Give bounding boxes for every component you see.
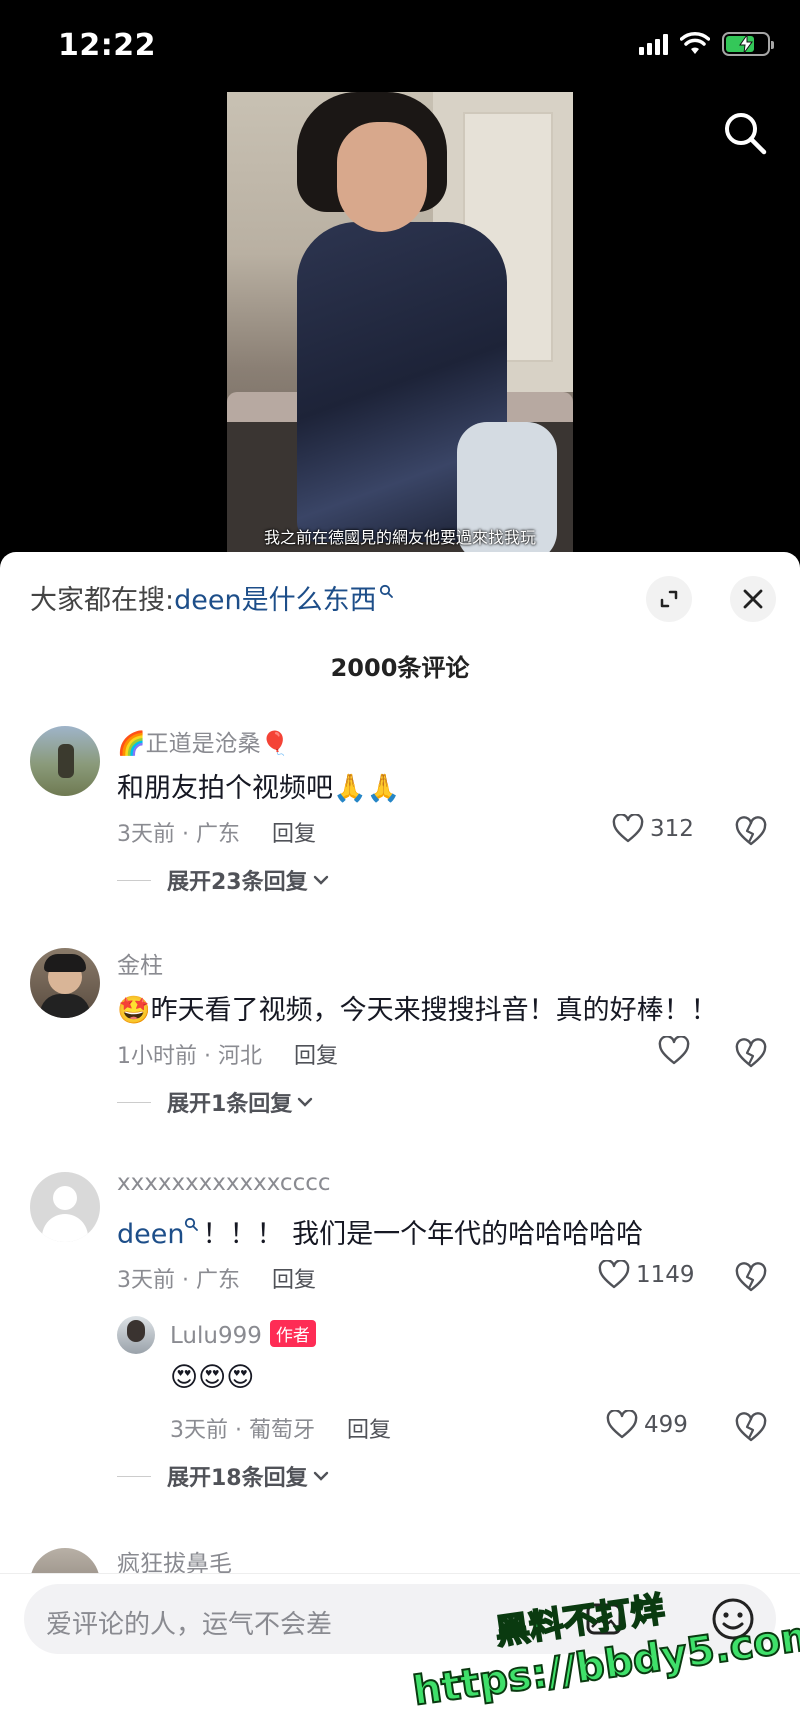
broken-heart-icon[interactable] [734, 816, 768, 848]
avatar[interactable] [117, 1316, 155, 1354]
comment-username[interactable]: xxxxxxxxxxxxcccc [117, 1170, 331, 1196]
close-icon [743, 589, 763, 609]
expand-replies-button[interactable]: 展开1条回复 [117, 1086, 314, 1118]
comment-meta: 3天前 · 广东 回复 [117, 1268, 316, 1293]
hot-search-suggestion[interactable]: 大家都在搜: deen是什么东西 [30, 578, 393, 617]
author-badge: 作者 [269, 1320, 316, 1347]
avatar[interactable] [30, 726, 100, 796]
like-count: 499 [644, 1412, 688, 1438]
reply-button[interactable]: 回复 [347, 1418, 391, 1443]
expand-replies-button[interactable]: 展开23条回复 [117, 864, 330, 896]
wifi-icon [680, 32, 710, 54]
comment-sheet: 大家都在搜: deen是什么东西 2000条评论 🌈正道是沧桑🎈 和朋友拍个视频… [0, 552, 800, 1731]
like-count: 312 [650, 816, 694, 842]
status-time: 12:22 [58, 28, 156, 63]
like-button[interactable]: 499 [606, 1410, 688, 1440]
avatar[interactable] [30, 948, 100, 1018]
battery-icon [722, 32, 774, 56]
mention-link[interactable]: deen [117, 1219, 184, 1250]
comment-sheet-header: 大家都在搜: deen是什么东西 2000条评论 [0, 552, 800, 704]
broken-heart-icon[interactable] [734, 1038, 768, 1070]
expand-button[interactable] [646, 576, 692, 622]
cellular-signal-icon [639, 33, 668, 55]
video-player[interactable]: 我之前在德國見的網友他要過來找我玩 [227, 92, 573, 554]
comment-text: deen！！！ 我们是一个年代的哈哈哈哈哈 [117, 1217, 644, 1250]
status-bar: 12:22 [0, 0, 800, 92]
like-button[interactable] [658, 1036, 696, 1066]
expand-icon [660, 590, 678, 608]
like-button[interactable]: 312 [612, 814, 694, 844]
reply-button[interactable]: 回复 [272, 822, 316, 847]
hot-search-prefix: 大家都在搜: [30, 585, 175, 616]
comment-meta: 3天前 · 广东 回复 [117, 822, 316, 847]
chevron-down-icon [313, 1471, 328, 1481]
comment-username[interactable]: 金柱 [117, 946, 163, 980]
comment-count: 2000条评论 [330, 654, 470, 682]
search-small-icon [185, 1217, 199, 1231]
broken-heart-icon[interactable] [734, 1412, 768, 1444]
heart-icon [658, 1036, 690, 1065]
comment-input-placeholder: 爱评论的人，运气不会差 [46, 1610, 333, 1640]
reply-button[interactable]: 回复 [272, 1268, 316, 1293]
like-count: 1149 [636, 1262, 695, 1288]
chevron-down-icon [298, 1097, 313, 1107]
search-icon[interactable] [722, 110, 768, 156]
avatar[interactable] [30, 1172, 100, 1242]
comment-username[interactable]: Lulu999 [170, 1323, 262, 1349]
like-button[interactable]: 1149 [598, 1260, 695, 1290]
hot-search-keyword[interactable]: deen是什么东西 [174, 578, 376, 617]
chevron-down-icon [313, 875, 328, 885]
heart-icon [606, 1410, 638, 1439]
expand-replies-button[interactable]: 展开18条回复 [117, 1460, 330, 1492]
search-small-icon [379, 584, 393, 598]
comment-text: 和朋友拍个视频吧🙏🙏 [117, 773, 401, 804]
heart-icon [598, 1260, 630, 1289]
comment-text: 😍😍😍 [170, 1362, 255, 1393]
broken-heart-icon[interactable] [734, 1262, 768, 1294]
comment-meta: 1小时前 · 河北 回复 [117, 1044, 338, 1069]
comment-meta: 3天前 · 葡萄牙 回复 [170, 1418, 391, 1443]
comment-username[interactable]: 🌈正道是沧桑🎈 [117, 724, 289, 758]
reply-button[interactable]: 回复 [294, 1044, 338, 1069]
video-subtitle: 我之前在德國見的網友他要過來找我玩 [263, 528, 536, 547]
status-icons [639, 32, 774, 56]
comment-text: 🤩昨天看了视频，今天来搜搜抖音！真的好棒！！ [117, 995, 718, 1026]
heart-icon [612, 814, 644, 843]
sub-reply-username-row: Lulu999 作者 [170, 1320, 316, 1349]
close-button[interactable] [730, 576, 776, 622]
